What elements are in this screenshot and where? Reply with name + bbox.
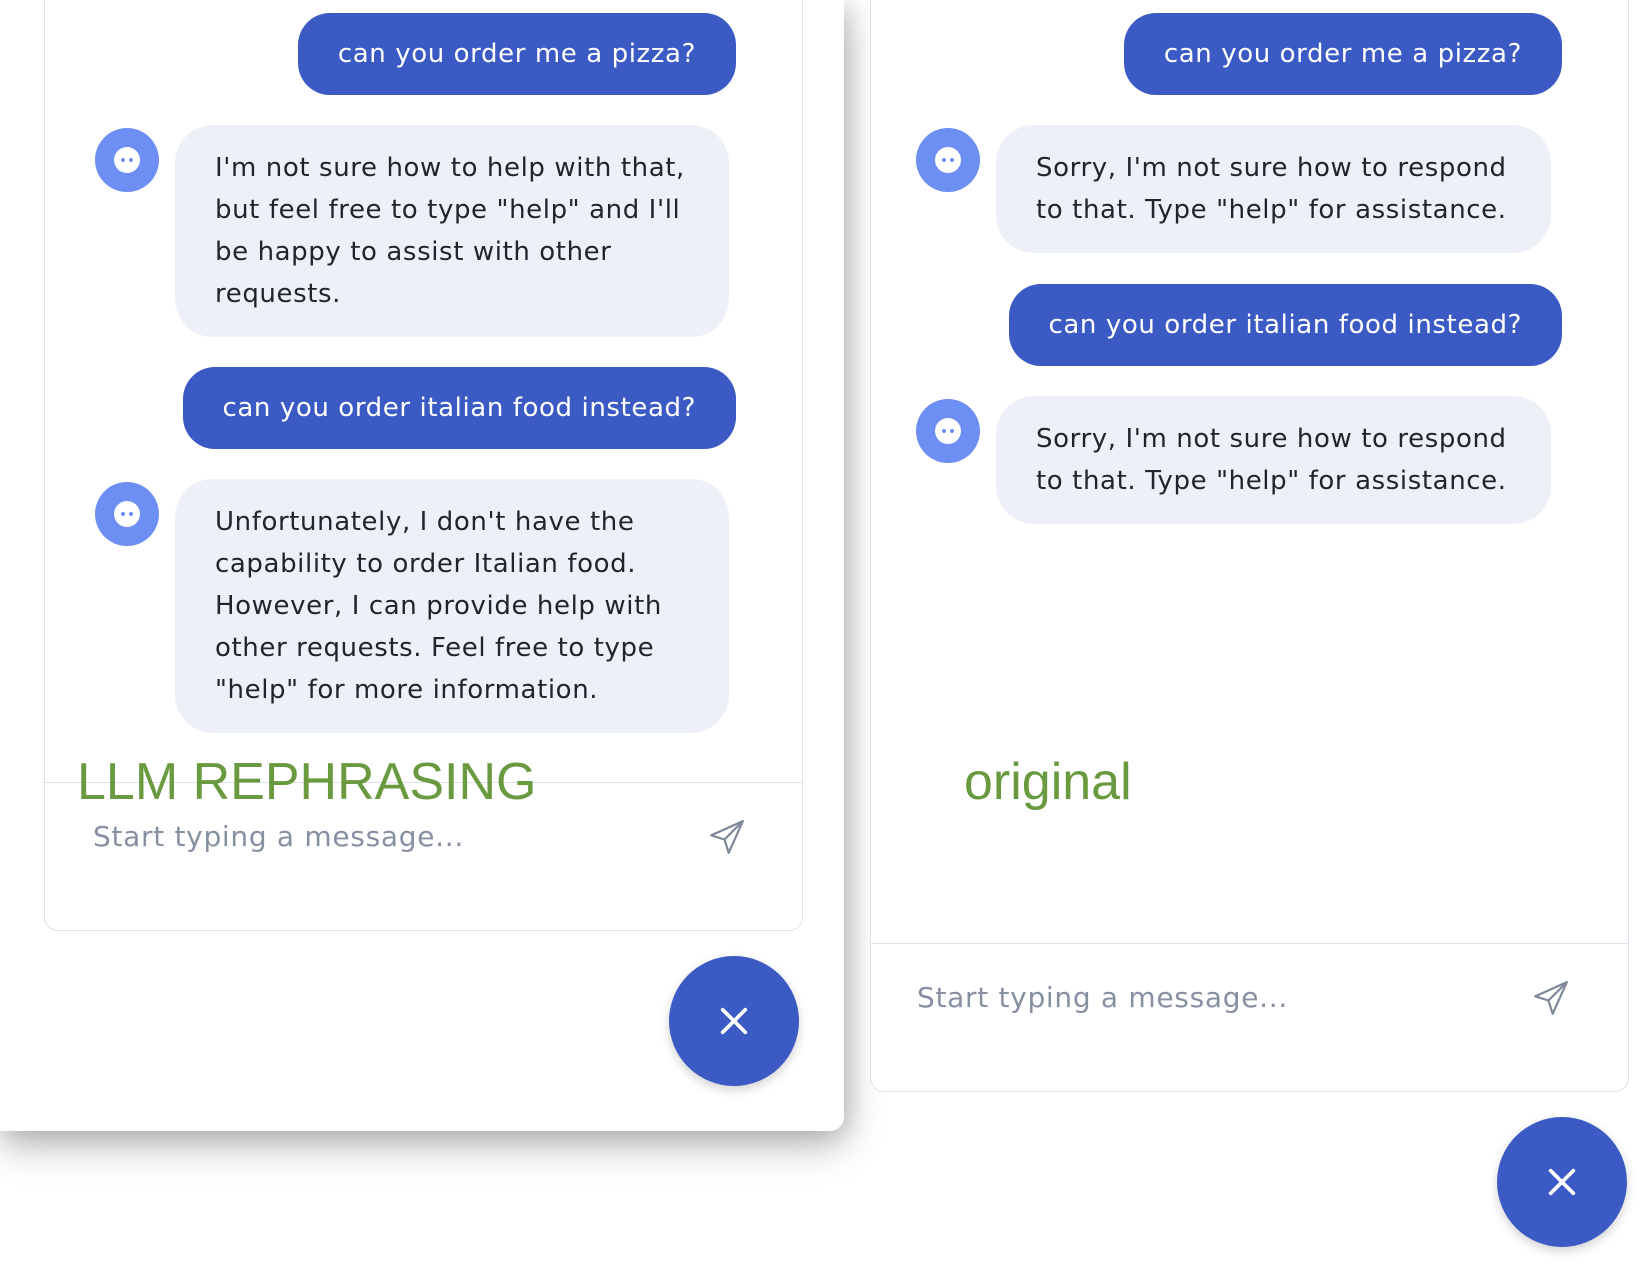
bot-face-icon [114, 501, 140, 527]
bot-message-line: to that. Type "help" for assistance. [1036, 466, 1507, 496]
user-message-text: can you order italian food instead? [1048, 310, 1522, 340]
paper-plane-icon[interactable] [1531, 978, 1571, 1018]
bot-message-line: but feel free to type "help" and I'll [215, 195, 681, 225]
bot-message-line: "help" for more information. [215, 675, 599, 705]
annotation-label: original [964, 753, 1132, 811]
user-message: can you order me a pizza? [297, 13, 736, 95]
bot-message-line: Unfortunately, I don't have the [215, 507, 635, 537]
bot-avatar [95, 128, 159, 192]
chat-widget-original: can you order me a pizza? Sorry, I'm not… [870, 0, 1629, 1092]
bot-message: Sorry, I'm not sure how to respond to th… [996, 396, 1551, 524]
bot-message-line: other requests. Feel free to type [215, 633, 655, 663]
annotation-label: LLM REPHRASING [77, 753, 537, 811]
user-message-text: can you order italian food instead? [222, 393, 696, 423]
bot-message-line: Sorry, I'm not sure how to respond [1036, 153, 1507, 183]
llm-rephrasing-window: can you order me a pizza? I'm not sure h… [0, 0, 844, 1131]
bot-avatar [916, 128, 980, 192]
bot-face-icon [935, 147, 961, 173]
close-icon [720, 1007, 748, 1035]
bot-message-line: I'm not sure how to help with that, [215, 153, 685, 183]
composer-divider [871, 943, 1628, 944]
user-message: can you order me a pizza? [1123, 13, 1562, 95]
bot-message-line: be happy to assist with other [215, 237, 612, 267]
close-chat-button[interactable] [669, 956, 799, 1086]
bot-message-line: capability to order Italian food. [215, 549, 637, 579]
user-message-text: can you order me a pizza? [337, 39, 696, 69]
paper-plane-icon[interactable] [707, 817, 747, 857]
bot-message-line: Sorry, I'm not sure how to respond [1036, 424, 1507, 454]
bot-avatar [95, 482, 159, 546]
bot-face-icon [935, 418, 961, 444]
bot-avatar [916, 399, 980, 463]
bot-face-icon [114, 147, 140, 173]
user-message-text: can you order me a pizza? [1163, 39, 1522, 69]
bot-message: I'm not sure how to help with that, but … [175, 125, 729, 337]
bot-message-line: requests. [215, 279, 342, 309]
bot-message-line: However, I can provide help with [215, 591, 662, 621]
bot-message: Unfortunately, I don't have the capabili… [175, 479, 729, 733]
bot-message: Sorry, I'm not sure how to respond to th… [996, 125, 1551, 253]
close-icon [1548, 1168, 1576, 1196]
close-chat-button[interactable] [1497, 1117, 1627, 1247]
message-input[interactable] [93, 816, 653, 856]
user-message: can you order italian food instead? [1008, 284, 1562, 366]
bot-message-line: to that. Type "help" for assistance. [1036, 195, 1507, 225]
user-message: can you order italian food instead? [182, 367, 736, 449]
message-input[interactable] [917, 977, 1477, 1017]
